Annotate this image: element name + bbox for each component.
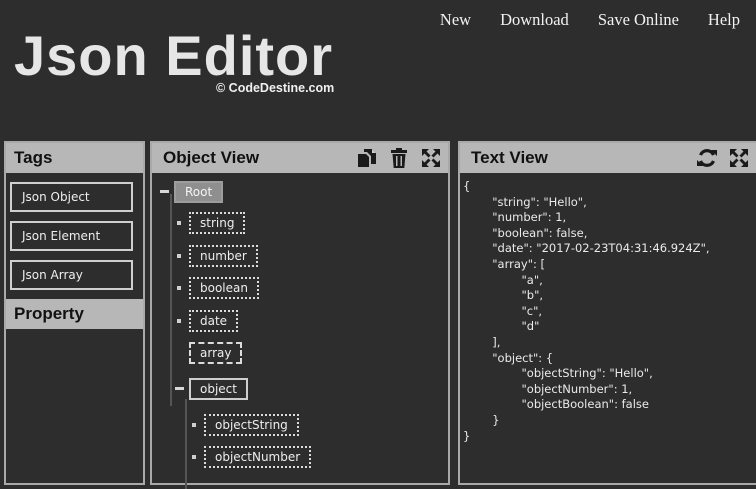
- nav-help[interactable]: Help: [708, 10, 740, 30]
- tree-line: [170, 194, 172, 406]
- tree-node-date[interactable]: date: [189, 310, 239, 332]
- collapse-object-toggle[interactable]: [175, 387, 184, 390]
- nav-download[interactable]: Download: [500, 10, 569, 30]
- tags-panel: Tags Json Object Json Element Json Array…: [4, 141, 145, 485]
- brand: Json Editor © CodeDestine.com: [14, 24, 334, 95]
- nav-save-online[interactable]: Save Online: [598, 10, 679, 30]
- tree-node-objectnumber[interactable]: objectNumber: [204, 446, 312, 468]
- tree-node-objectstring[interactable]: objectString: [204, 414, 299, 436]
- tree-node-string[interactable]: string: [189, 212, 246, 234]
- object-view-title: Object View: [163, 148, 260, 167]
- text-view-panel: Text View { "string": "Hello", "number":…: [458, 141, 756, 485]
- app-subtitle: © CodeDestine.com: [216, 81, 335, 95]
- tree-node-boolean[interactable]: boolean: [189, 277, 259, 299]
- tags-header: Tags: [6, 143, 143, 173]
- collapse-root-toggle[interactable]: [160, 190, 169, 193]
- top-nav: New Download Save Online Help: [411, 10, 740, 30]
- tree-bullet: [192, 455, 196, 459]
- tag-json-array-button[interactable]: Json Array: [10, 260, 133, 290]
- expand-icon[interactable]: [420, 147, 442, 169]
- tree-bullet: [177, 221, 181, 225]
- trash-icon[interactable]: [388, 147, 410, 169]
- object-view-panel: Object View Root string number boolean d…: [150, 141, 450, 489]
- tag-json-element-button[interactable]: Json Element: [10, 221, 133, 251]
- refresh-icon[interactable]: [696, 147, 718, 169]
- text-view-header: Text View: [460, 143, 756, 173]
- text-view-title: Text View: [471, 148, 548, 167]
- property-header: Property: [6, 299, 143, 329]
- app-title: Json Editor: [14, 24, 334, 87]
- tree-node-root[interactable]: Root: [174, 181, 224, 203]
- text-view-tools: [696, 147, 750, 169]
- tree-node-object[interactable]: object: [189, 378, 248, 400]
- nav-new[interactable]: New: [440, 10, 471, 30]
- object-view-header: Object View: [152, 143, 448, 173]
- tree-bullet: [177, 254, 181, 258]
- json-text-area[interactable]: { "string": "Hello", "number": 1, "boole…: [460, 173, 756, 444]
- tree-bullet: [177, 319, 181, 323]
- tree-node-number[interactable]: number: [189, 245, 258, 267]
- expand-icon[interactable]: [728, 147, 750, 169]
- tag-json-object-button[interactable]: Json Object: [10, 182, 133, 212]
- tree-line: [185, 399, 187, 489]
- tree-node-array[interactable]: array: [189, 342, 243, 364]
- tree-bullet: [177, 286, 181, 290]
- object-view-tools: [356, 147, 442, 169]
- tree-bullet: [192, 423, 196, 427]
- copy-icon[interactable]: [356, 147, 378, 169]
